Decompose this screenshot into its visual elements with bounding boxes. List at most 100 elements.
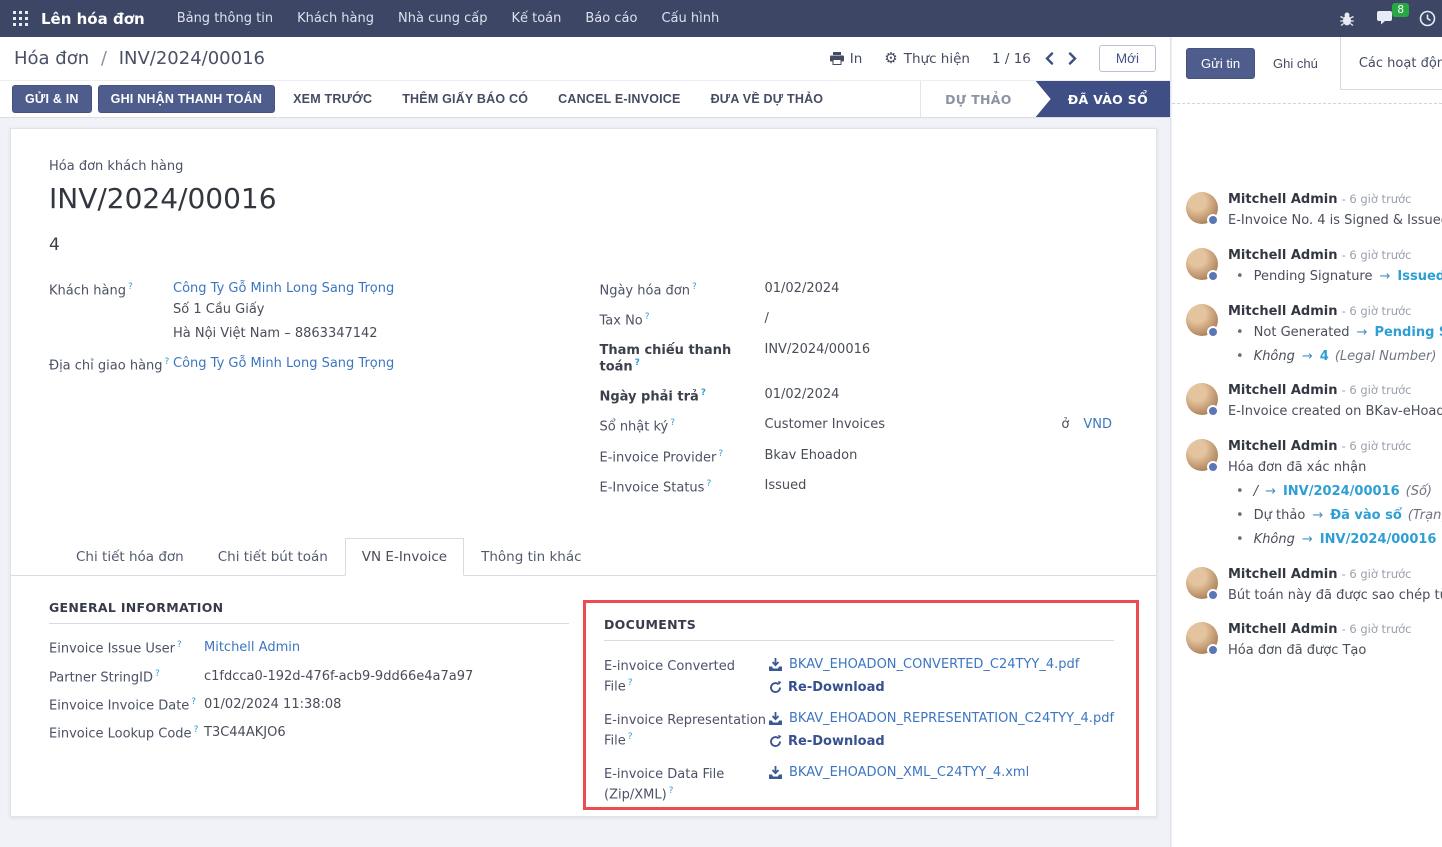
payment-ref-value[interactable]: INV/2024/00016: [764, 342, 870, 374]
statusbar: DỰ THẢO ĐÃ VÀO SỔ: [920, 81, 1170, 117]
message-author[interactable]: Mitchell Admin: [1228, 248, 1337, 263]
chatter-message: Mitchell Admin - 6 giờ trước •Not Genera…: [1186, 304, 1442, 367]
activities-clock-icon[interactable]: [1419, 10, 1436, 27]
tab-other-info[interactable]: Thông tin khác: [464, 538, 598, 576]
refresh-icon: [769, 681, 782, 694]
debug-bug-icon[interactable]: [1339, 11, 1355, 27]
top-navbar: Lên hóa đơn Bảng thông tin Khách hàng Nh…: [0, 0, 1442, 37]
online-status-dot: [1207, 326, 1219, 338]
nav-item-dashboard[interactable]: Bảng thông tin: [165, 1, 285, 36]
tracking-change: •Không→INV/2024/00016(Tha: [1228, 531, 1442, 550]
online-status-dot: [1207, 644, 1219, 656]
currency-link[interactable]: VND: [1083, 417, 1112, 434]
representation-file-link[interactable]: BKAV_EHOADON_REPRESENTATION_C24TYY_4.pdf: [769, 711, 1114, 726]
apps-menu-button[interactable]: [0, 11, 41, 26]
avatar[interactable]: [1186, 192, 1218, 224]
data-file-link[interactable]: BKAV_EHOADON_XML_C24TYY_4.xml: [769, 765, 1029, 780]
new-record-button[interactable]: Mới: [1099, 45, 1156, 72]
invoice-date-field-label: Ngày hóa đơn: [599, 281, 764, 298]
nav-item-reports[interactable]: Báo cáo: [573, 1, 649, 36]
tab-vn-einvoice[interactable]: VN E-Invoice: [345, 538, 464, 576]
add-credit-note-button[interactable]: THÊM GIẤY BÁO CÓ: [390, 86, 540, 112]
printer-icon: [830, 52, 844, 65]
representation-redownload-link[interactable]: Re-Download: [769, 734, 1114, 749]
message-author[interactable]: Mitchell Admin: [1228, 192, 1337, 207]
converted-file-link[interactable]: BKAV_EHOADON_CONVERTED_C24TYY_4.pdf: [769, 657, 1079, 672]
message-author[interactable]: Mitchell Admin: [1228, 383, 1337, 398]
data-file-field-label: E-invoice Data File (Zip/XML): [604, 765, 769, 806]
delivery-address-link[interactable]: Công Ty Gỗ Minh Long Sang Trọng: [173, 356, 394, 371]
invoice-date-value[interactable]: 01/02/2024: [764, 281, 839, 298]
status-draft[interactable]: DỰ THẢO: [921, 81, 1036, 117]
schedule-activity-label: Các hoạt động: [1359, 56, 1442, 71]
nav-item-accounting[interactable]: Kế toán: [499, 1, 573, 36]
action-menu-button[interactable]: ⚙ Thực hiện: [884, 51, 970, 67]
download-icon: [769, 766, 782, 779]
message-list: Mitchell Admin - 6 giờ trước E-Invoice N…: [1172, 192, 1442, 661]
log-note-button[interactable]: Ghi chú: [1263, 49, 1328, 78]
avatar[interactable]: [1186, 304, 1218, 336]
converted-redownload-link[interactable]: Re-Download: [769, 680, 1079, 695]
messages-count-badge: 8: [1392, 3, 1409, 17]
nav-item-customers[interactable]: Khách hàng: [285, 1, 386, 36]
avatar[interactable]: [1186, 439, 1218, 471]
tax-no-value[interactable]: /: [764, 311, 768, 328]
message-author[interactable]: Mitchell Admin: [1228, 567, 1337, 582]
tab-journal-items[interactable]: Chi tiết bút toán: [201, 538, 345, 576]
refresh-icon: [769, 735, 782, 748]
lookup-code-value: T3C44AKJO6: [204, 725, 286, 741]
issue-user-field-label: Einvoice Issue User: [49, 640, 204, 656]
invoice-form-sheet: Hóa đơn khách hàng INV/2024/00016 4 Khác…: [10, 128, 1157, 817]
schedule-activity-button[interactable]: Các hoạt động: [1340, 37, 1442, 90]
print-button[interactable]: In: [830, 51, 863, 67]
app-brand[interactable]: Lên hóa đơn: [41, 10, 145, 28]
reset-to-draft-button[interactable]: ĐƯA VỀ DỰ THẢO: [699, 86, 836, 112]
message-text: E-Invoice created on BKav-eHoadon:: [1228, 403, 1442, 422]
chatter-message: Mitchell Admin - 6 giờ trước •Pending Si…: [1186, 248, 1442, 287]
notebook-tabs: Chi tiết hóa đơn Chi tiết bút toán VN E-…: [11, 538, 1156, 576]
breadcrumb-parent[interactable]: Hóa đơn: [14, 48, 89, 69]
preview-button[interactable]: XEM TRƯỚC: [281, 86, 384, 112]
register-payment-button[interactable]: GHI NHẬN THANH TOÁN: [98, 85, 275, 113]
breadcrumb: Hóa đơn / INV/2024/00016: [14, 48, 265, 69]
general-information-title: GENERAL INFORMATION: [49, 600, 569, 624]
customer-address-line2: Hà Nội Việt Nam – 8863347142: [173, 324, 394, 344]
pager-previous-icon[interactable]: [1045, 52, 1054, 65]
partner-stringid-field-label: Partner StringID: [49, 669, 204, 685]
online-status-dot: [1207, 214, 1219, 226]
message-time: - 6 giờ trước: [1342, 248, 1412, 262]
einvoice-invoice-date-value: 01/02/2024 11:38:08: [204, 697, 341, 713]
message-author[interactable]: Mitchell Admin: [1228, 439, 1337, 454]
documents-section-highlighted: DOCUMENTS E-invoice Converted File: [583, 600, 1139, 810]
chatter-toolbar: Gửi tin Ghi chú Các hoạt động: [1172, 37, 1442, 90]
online-status-dot: [1207, 405, 1219, 417]
avatar[interactable]: [1186, 567, 1218, 599]
avatar[interactable]: [1186, 383, 1218, 415]
tab-invoice-lines[interactable]: Chi tiết hóa đơn: [59, 538, 201, 576]
avatar[interactable]: [1186, 248, 1218, 280]
avatar[interactable]: [1186, 622, 1218, 654]
message-time: - 6 giờ trước: [1342, 383, 1412, 397]
message-author[interactable]: Mitchell Admin: [1228, 304, 1337, 319]
einvoice-number: 4: [49, 235, 1138, 255]
cancel-einvoice-button[interactable]: CANCEL E-INVOICE: [546, 86, 692, 112]
pager-next-icon[interactable]: [1068, 52, 1077, 65]
lookup-code-field-label: Einvoice Lookup Code: [49, 725, 204, 741]
send-message-button[interactable]: Gửi tin: [1186, 48, 1255, 79]
customer-link[interactable]: Công Ty Gỗ Minh Long Sang Trọng: [173, 281, 394, 296]
send-print-button[interactable]: GỬI & IN: [12, 85, 92, 113]
issue-user-link[interactable]: Mitchell Admin: [204, 640, 300, 655]
due-date-value[interactable]: 01/02/2024: [764, 387, 839, 404]
representation-file-field-label: E-invoice Representation File: [604, 711, 769, 752]
online-status-dot: [1207, 589, 1219, 601]
nav-item-settings[interactable]: Cấu hình: [649, 1, 731, 36]
messages-icon[interactable]: 8: [1377, 10, 1397, 27]
nav-item-vendors[interactable]: Nhà cung cấp: [386, 1, 499, 36]
breadcrumb-current: INV/2024/00016: [119, 48, 265, 69]
invoice-title: INV/2024/00016: [49, 182, 1138, 215]
einvoice-provider-value[interactable]: Bkav Ehoadon: [764, 448, 857, 465]
tracking-change: •Pending Signature→Issued(E: [1228, 268, 1442, 287]
journal-value[interactable]: Customer Invoices: [764, 417, 885, 434]
message-time: - 6 giờ trước: [1342, 439, 1412, 453]
message-author[interactable]: Mitchell Admin: [1228, 622, 1337, 637]
